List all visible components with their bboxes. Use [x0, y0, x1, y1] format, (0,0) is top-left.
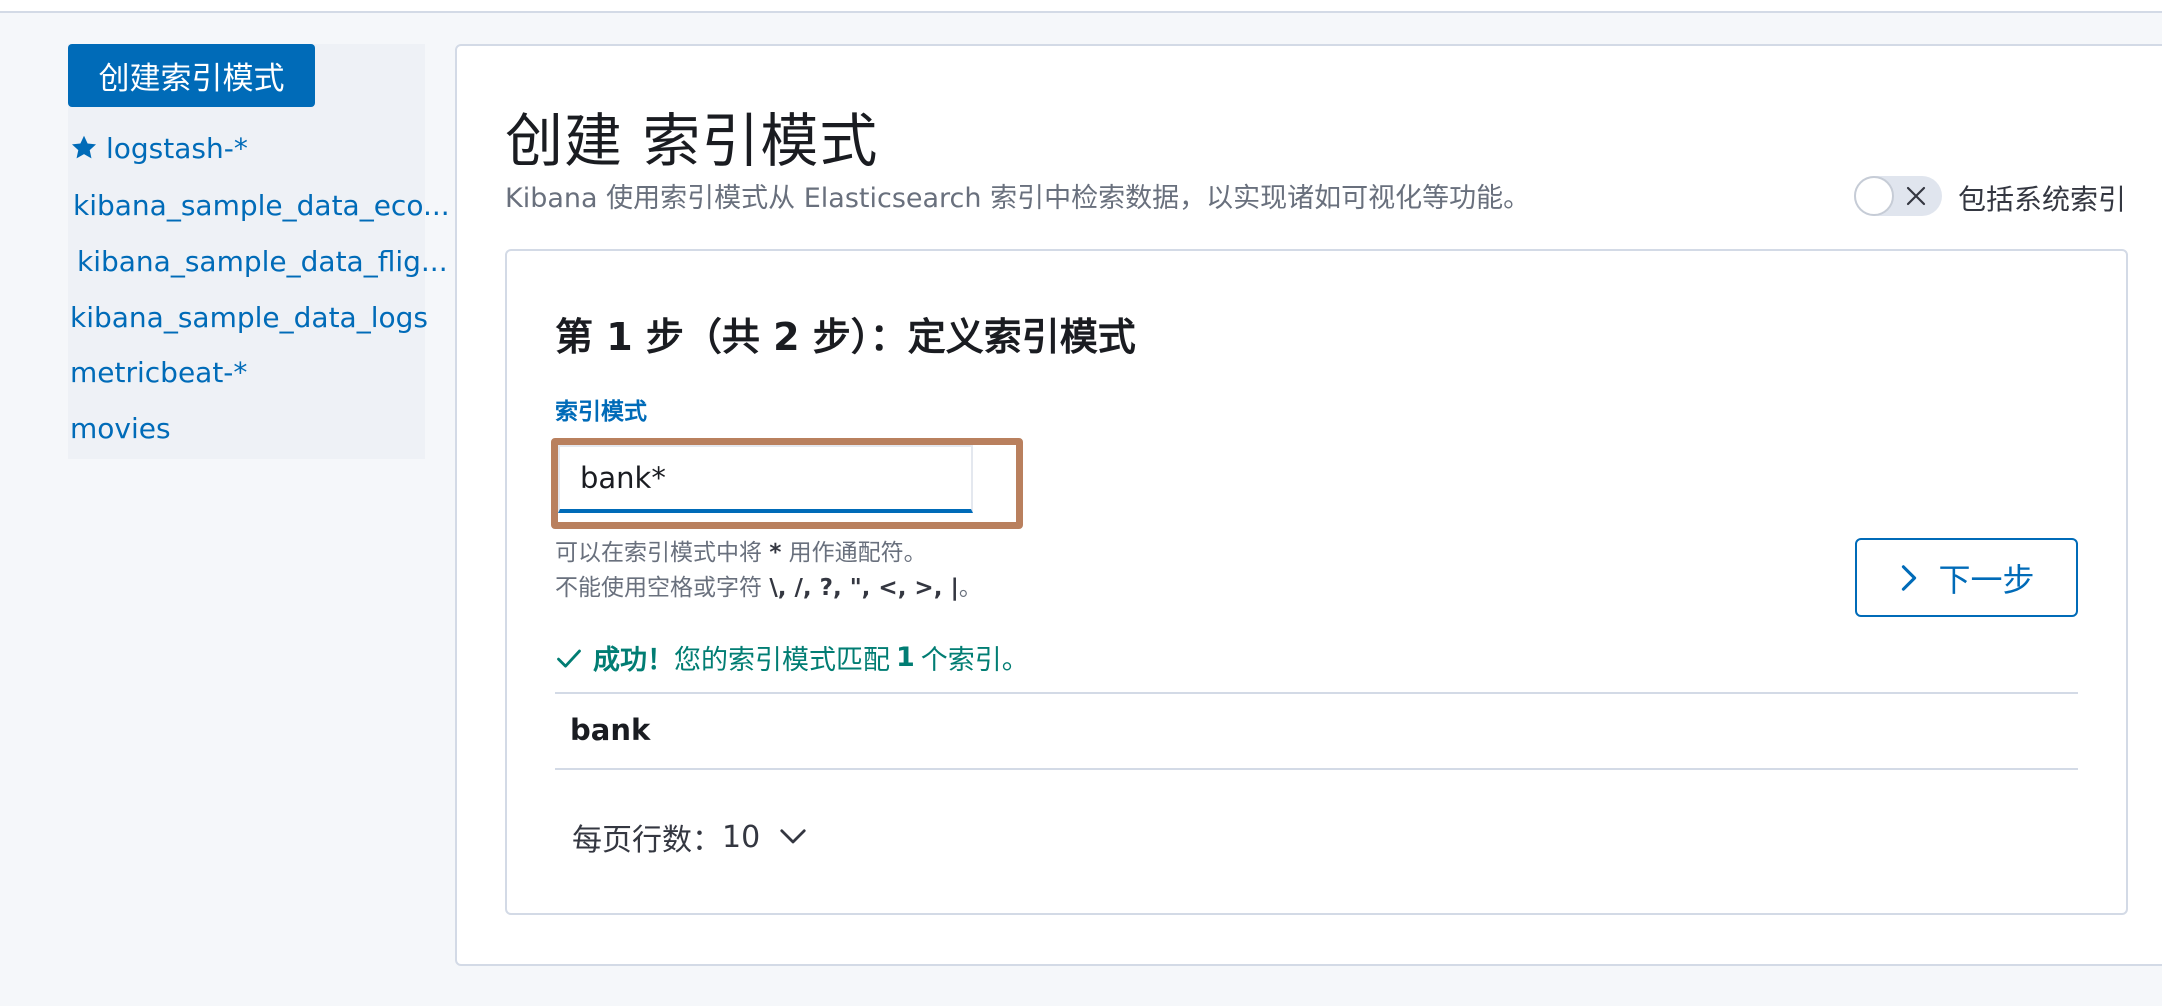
success-text: 个索引。 — [920, 645, 1029, 676]
check-icon — [557, 649, 581, 668]
help-text-part: 。 — [958, 575, 982, 601]
close-icon — [1906, 186, 1926, 206]
include-system-indices-toggle[interactable] — [1854, 176, 1942, 216]
help-text-invalid-chars: 不能使用空格或字符 \, /, ?, ", <, >, |。 — [555, 568, 982, 602]
sidebar-item-movies[interactable]: movies — [70, 408, 171, 448]
sidebar-item-label: kibana_sample_data_eco... — [73, 188, 450, 222]
success-count: 1 — [896, 642, 915, 673]
help-text-part: 不能使用空格或字符 — [555, 575, 762, 601]
include-system-indices-label: 包括系统索引 — [1958, 183, 2127, 216]
sidebar-item-logs[interactable]: kibana_sample_data_logs — [70, 297, 428, 337]
help-text-part: 用作通配符。 — [788, 540, 927, 566]
success-bold: 成功！ — [593, 645, 674, 676]
index-pattern-input[interactable] — [558, 445, 973, 513]
top-header-bar — [0, 0, 2162, 13]
index-pattern-field-label: 索引模式 — [555, 399, 647, 425]
next-step-button[interactable]: 下一步 — [1855, 538, 2078, 617]
chevron-right-icon — [1902, 564, 1917, 591]
rows-per-page-selector[interactable]: 每页行数： 10 — [572, 815, 808, 859]
sidebar-item-ecommerce[interactable]: kibana_sample_data_eco... — [73, 185, 450, 225]
sidebar-item-label: logstash-* — [106, 131, 248, 165]
create-index-pattern-button[interactable]: 创建索引模式 — [68, 44, 315, 107]
rows-per-page-value: 10 — [722, 819, 761, 855]
sidebar-item-label: metricbeat-* — [70, 355, 248, 389]
help-text-star: * — [769, 540, 782, 566]
page-title: 创建 索引模式 — [505, 107, 879, 175]
chevron-down-icon — [780, 829, 806, 844]
help-text-chars: \, /, ?, ", <, >, | — [769, 575, 959, 601]
help-text-part: 可以在索引模式中将 — [555, 540, 762, 566]
sidebar-item-flights[interactable]: kibana_sample_data_flig... — [77, 241, 448, 281]
table-divider-top — [555, 692, 2078, 694]
success-text: 您的索引模式匹配 — [674, 645, 890, 676]
sidebar-item-label: kibana_sample_data_flig... — [77, 244, 448, 278]
sidebar-item-label: kibana_sample_data_logs — [70, 300, 428, 334]
sidebar-item-metricbeat[interactable]: metricbeat-* — [70, 352, 247, 392]
sidebar-item-logstash[interactable]: logstash-* — [70, 128, 248, 168]
success-message: 成功！ 您的索引模式匹配 1 个索引。 — [555, 638, 1029, 677]
toggle-knob — [1854, 176, 1894, 216]
rows-per-page-label: 每页行数： — [572, 823, 722, 858]
next-step-label: 下一步 — [1938, 560, 2035, 599]
table-divider-bottom — [555, 768, 2078, 770]
page-description: Kibana 使用索引模式从 Elasticsearch 索引中检索数据，以实现… — [505, 183, 1531, 214]
help-text-wildcard: 可以在索引模式中将 * 用作通配符。 — [555, 533, 927, 567]
table-row: bank — [570, 713, 651, 747]
star-icon — [71, 135, 97, 159]
step-title: 第 1 步（共 2 步）：定义索引模式 — [555, 315, 1136, 359]
sidebar-item-label: movies — [70, 411, 171, 445]
